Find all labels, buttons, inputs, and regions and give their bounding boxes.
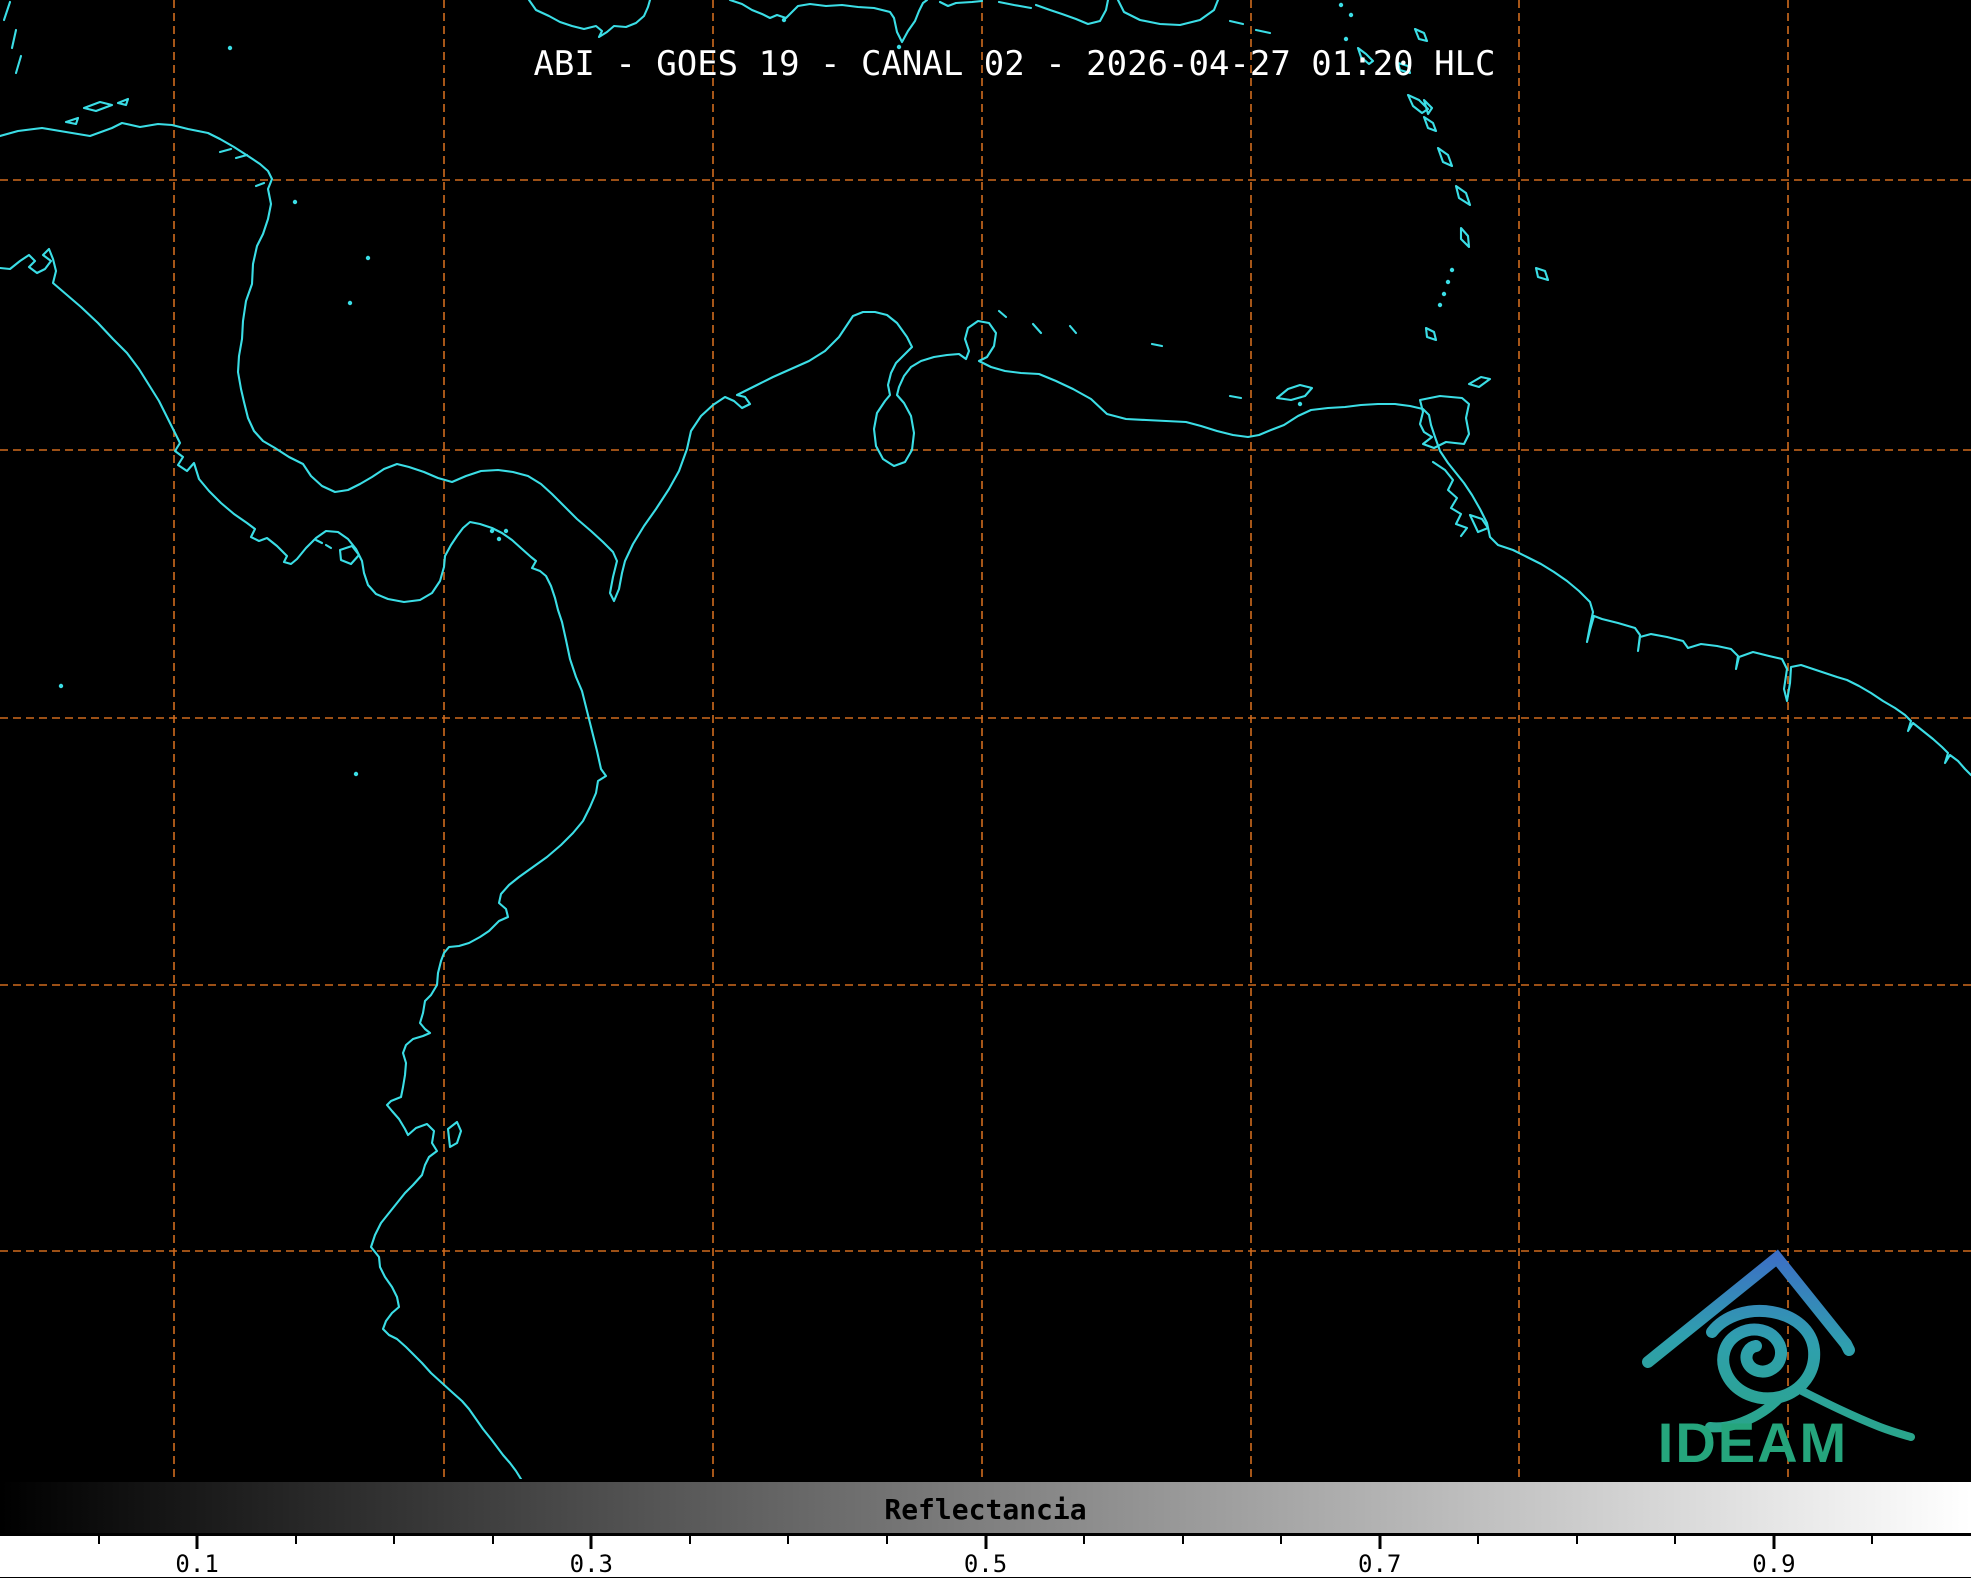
coastline-chiriqui-islets	[316, 540, 331, 548]
map-canvas: IDEAM	[0, 0, 1971, 1479]
logo-spiral-icon	[1712, 1311, 1814, 1398]
colorbar-major-tick	[1378, 1536, 1381, 1549]
colorbar-major-tick	[1772, 1536, 1775, 1549]
islet	[1339, 3, 1343, 7]
coastline-trinidad	[1420, 396, 1469, 448]
latlon-gridlines	[0, 0, 1971, 1479]
coastline-belize-coast	[4, 2, 21, 73]
colorbar-minor-tick	[1182, 1536, 1184, 1544]
islet	[1446, 280, 1450, 284]
satellite-map: IDEAM ABI - GOES 19 - CANAL 02 - 2026-04…	[0, 0, 1971, 1479]
colorbar-minor-tick	[393, 1536, 395, 1544]
logo-text: IDEAM	[1658, 1411, 1848, 1474]
colorbar-gradient: Reflectancia	[0, 1479, 1971, 1536]
coastline-tobago	[1469, 377, 1490, 387]
colorbar-major-tick	[196, 1536, 199, 1549]
colorbar-minor-tick	[787, 1536, 789, 1544]
islet	[1442, 292, 1446, 296]
coastline-st-croix	[1256, 30, 1270, 33]
coastline-bay-islands	[66, 99, 128, 124]
coastline-isla-margarita	[1277, 385, 1312, 400]
colorbar-label: Reflectancia	[0, 1493, 1971, 1526]
coastline-puna-island	[448, 1122, 461, 1147]
islet	[504, 529, 508, 533]
islet	[293, 200, 297, 204]
islet	[1344, 37, 1348, 41]
reflectance-colorbar: Reflectancia 0.1 0.3 0.5 0.7 0.9	[0, 1479, 1971, 1577]
islet	[366, 256, 370, 260]
islet	[1438, 303, 1442, 307]
islet	[354, 772, 358, 776]
colorbar-tick-label: 0.5	[964, 1550, 1007, 1578]
coastline-vieques-culebra	[1230, 21, 1243, 24]
colorbar-major-tick	[590, 1536, 593, 1549]
colorbar-tick-label: 0.9	[1752, 1550, 1795, 1578]
colorbar-tick-label: 0.3	[570, 1550, 613, 1578]
coastline-jamaica	[529, 0, 650, 37]
coastline-hispaniola-south-coast	[730, 0, 1108, 42]
islet	[782, 18, 786, 22]
colorbar-minor-tick	[1280, 1536, 1282, 1544]
colorbar-minor-tick	[1871, 1536, 1873, 1544]
islet	[490, 529, 494, 533]
islet	[497, 537, 501, 541]
colorbar-minor-tick	[886, 1536, 888, 1544]
islet	[348, 301, 352, 305]
colorbar-minor-tick	[295, 1536, 297, 1544]
colorbar-tick-label: 0.1	[175, 1550, 218, 1578]
ideam-logo: IDEAM	[1648, 1258, 1911, 1474]
colorbar-major-tick	[984, 1536, 987, 1549]
colorbar-minor-tick	[1083, 1536, 1085, 1544]
colorbar-minor-tick	[1576, 1536, 1578, 1544]
colorbar-minor-tick	[689, 1536, 691, 1544]
islet	[59, 684, 63, 688]
coastline-pacific-mainland-coast	[0, 249, 606, 1479]
islet	[1298, 402, 1302, 406]
satellite-image-viewport: IDEAM ABI - GOES 19 - CANAL 02 - 2026-04…	[0, 0, 1971, 1577]
colorbar-tick-label: 0.7	[1358, 1550, 1401, 1578]
colorbar-minor-tick	[1674, 1536, 1676, 1544]
colorbar-minor-tick	[98, 1536, 100, 1544]
islet	[1450, 268, 1454, 272]
coastlines-layer	[0, 0, 1971, 1479]
coastline-caribbean-mainland-coast	[0, 123, 1971, 775]
coastline-puerto-rico-south-coast	[1118, 0, 1218, 25]
coastline-orinoco-delta-channels	[1433, 462, 1488, 536]
colorbar-minor-tick	[1477, 1536, 1479, 1544]
colorbar-minor-tick	[492, 1536, 494, 1544]
coastline-abc-islands	[999, 311, 1241, 398]
colorbar-axis: 0.1 0.3 0.5 0.7 0.9	[0, 1536, 1971, 1577]
image-title: ABI - GOES 19 - CANAL 02 - 2026-04-27 01…	[58, 44, 1971, 84]
islet	[1349, 13, 1353, 17]
